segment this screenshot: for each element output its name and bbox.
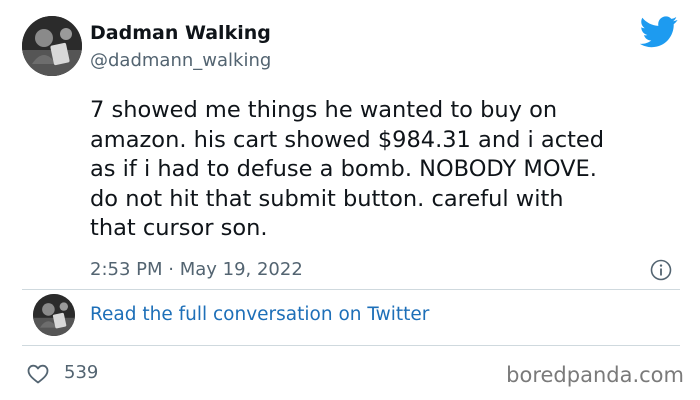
divider [22, 289, 680, 290]
like-count: 539 [64, 362, 99, 383]
author-handle[interactable]: @dadmann_walking [90, 50, 271, 71]
author-avatar-image [22, 16, 82, 76]
author-name[interactable]: Dadman Walking [90, 22, 271, 44]
info-icon[interactable] [650, 259, 672, 281]
twitter-bird-icon[interactable] [640, 16, 678, 48]
tweet-timestamp[interactable]: 2:53 PM · May 19, 2022 [90, 259, 303, 280]
conversation-avatar[interactable] [33, 294, 75, 336]
watermark: boredpanda.com [506, 363, 684, 387]
heart-icon[interactable] [26, 362, 50, 386]
author-avatar[interactable] [22, 16, 82, 76]
tweet-text: 7 showed me things he wanted to buy on a… [90, 97, 605, 241]
conversation-avatar-image [33, 294, 75, 336]
divider [22, 345, 680, 346]
read-conversation-link[interactable]: Read the full conversation on Twitter [90, 304, 429, 325]
